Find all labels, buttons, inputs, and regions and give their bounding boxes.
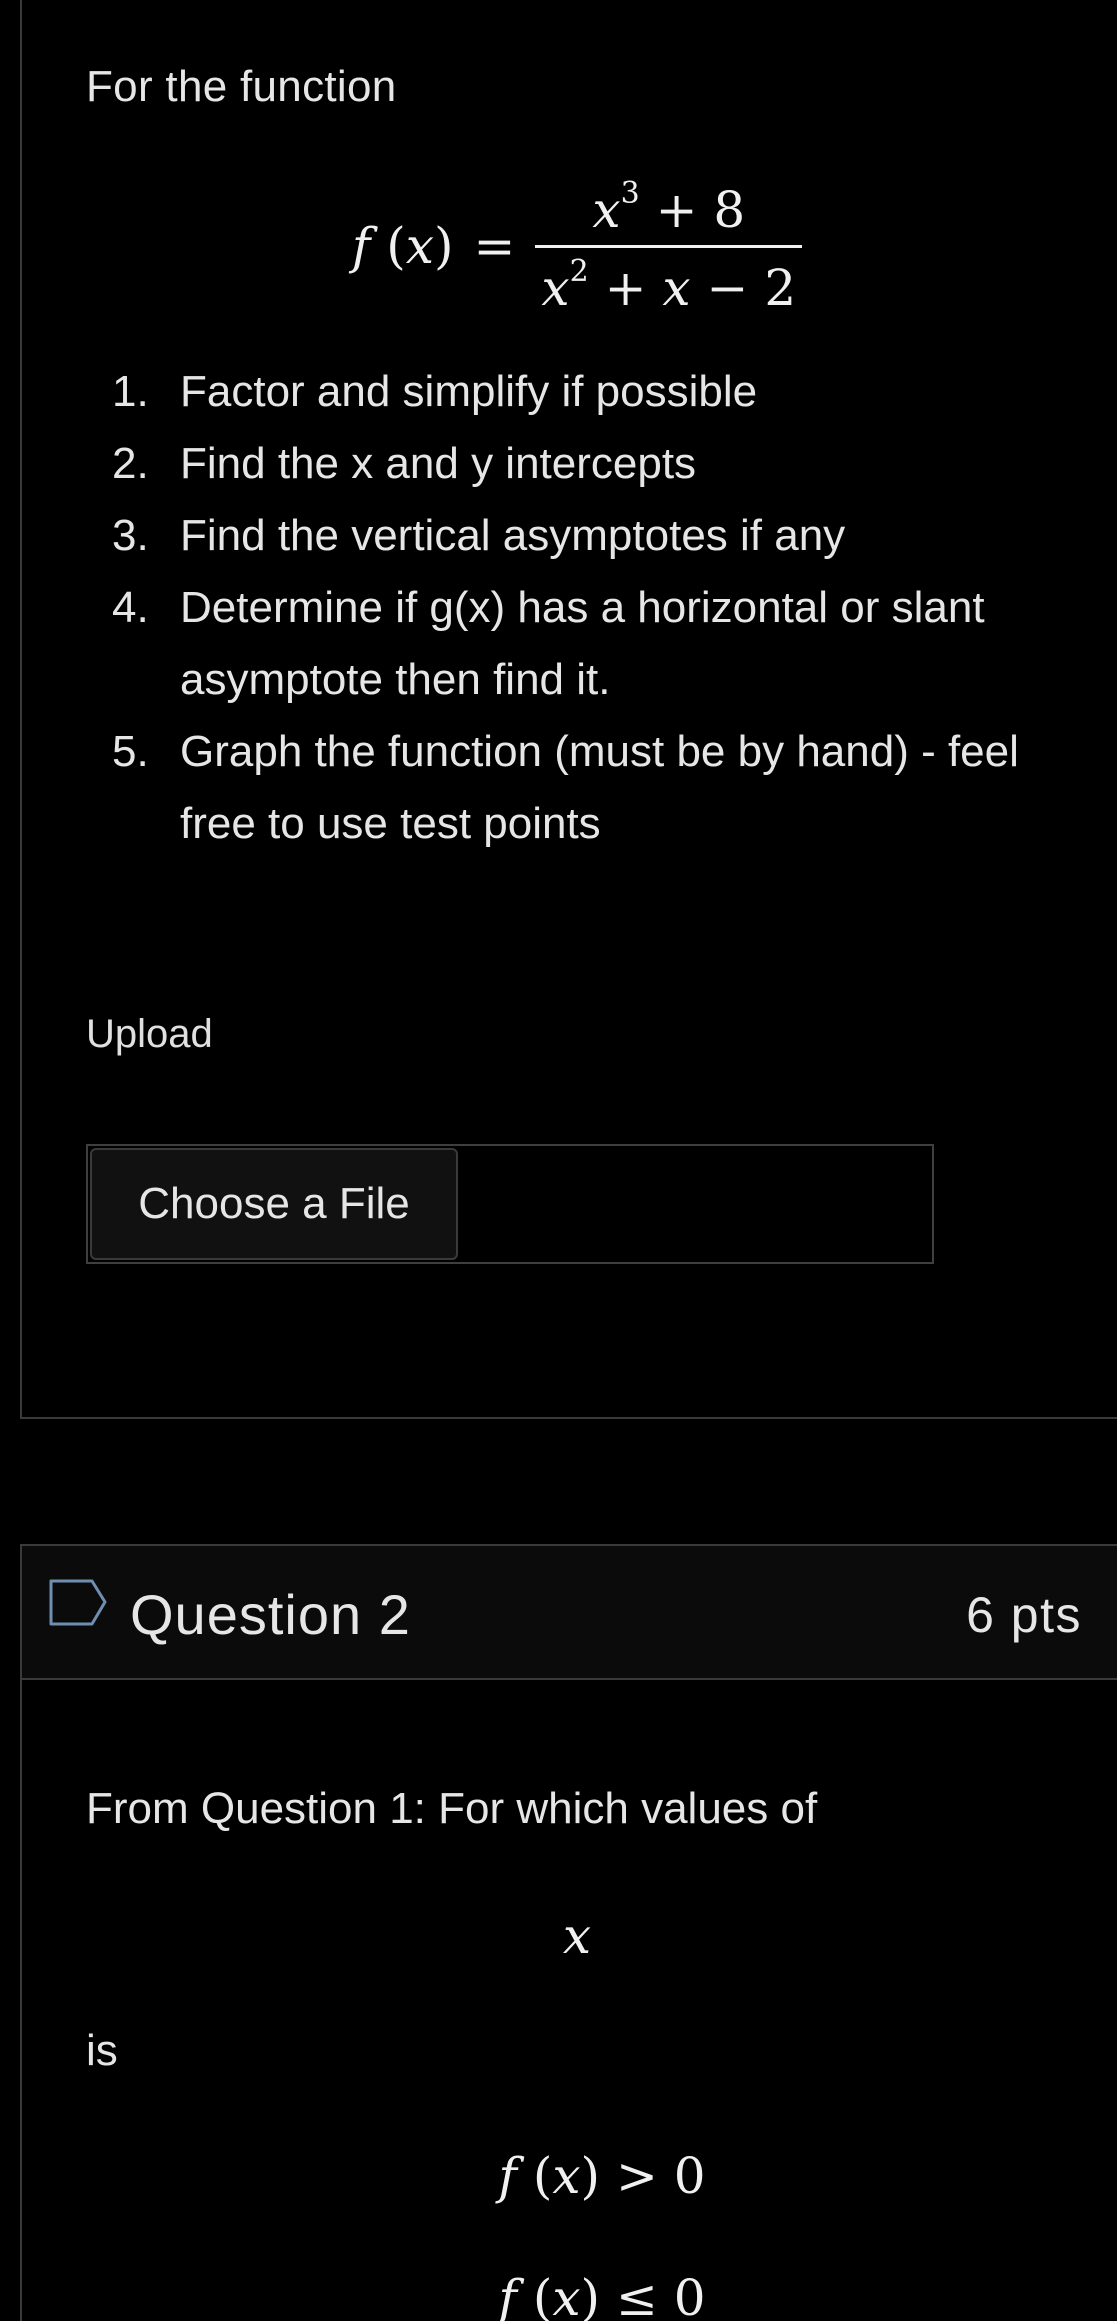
choose-file-button[interactable]: Choose a File [90,1148,458,1260]
list-marker: 4. [112,583,149,632]
denominator: x2 + x − 2 [535,248,802,317]
question-2-card: Question 2 6 pts From Question 1: For wh… [20,1544,1117,2321]
condition1-arg: x [552,2147,581,2205]
question-2-header: Question 2 6 pts [22,1546,1117,1680]
question-2-text: From Question 1: For which values of [86,1784,818,1833]
function-equation: f (x) = x3 + 8 x2 + x − 2 [22,171,1117,321]
numerator-exponent: 3 [620,175,640,211]
denominator-var: x [541,258,570,317]
list-item: 4. Determine if g(x) has a horizontal or… [86,572,1096,716]
numerator-var: x [592,180,621,239]
instructions-list: 1. Factor and simplify if possible 2. Fi… [86,356,1096,860]
condition2-op: ≤ 0 [615,2269,706,2321]
list-item-text: Determine if g(x) has a horizontal or sl… [180,583,985,704]
condition2-func: f [498,2269,517,2321]
lhs-arg: x [405,217,434,275]
equation-lhs: f (x) [351,217,454,275]
quiz-page: For the function f (x) = x3 + 8 x2 + x −… [0,0,1117,2321]
numerator-rest: + 8 [655,180,746,239]
list-marker: 2. [112,439,149,488]
question-1-intro: For the function [86,62,397,111]
question-1-card: For the function f (x) = x3 + 8 x2 + x −… [20,0,1117,1419]
file-upload-field[interactable]: Choose a File [86,1144,934,1264]
question-2-title: Question 2 [130,1583,411,1646]
numerator: x3 + 8 [582,176,755,245]
variable-x: x [562,1907,592,1965]
list-item-text: Graph the function (must be by hand) - f… [180,727,1019,848]
list-item-text: Find the vertical asymptotes if any [180,511,846,560]
condition-positive: f (x) > 0 [498,2147,706,2205]
list-item-text: Find the x and y intercepts [180,439,697,488]
equation-fraction: x3 + 8 x2 + x − 2 [535,176,803,317]
condition1-op: > 0 [615,2147,706,2205]
equals-sign: = [473,217,516,275]
is-text: is [86,2026,118,2075]
list-item: 3. Find the vertical asymptotes if any [86,500,1096,572]
list-item: 1. Factor and simplify if possible [86,356,1096,428]
condition2-arg: x [552,2269,581,2321]
list-item: 2. Find the x and y intercepts [86,428,1096,500]
upload-label: Upload [86,1012,213,1056]
denominator-x: x [662,258,691,317]
condition-nonpositive: f (x) ≤ 0 [22,2258,1117,2321]
denominator-plus: + [604,258,647,317]
list-marker: 1. [112,367,149,416]
lhs-func: f [351,217,371,275]
condition1-func: f [498,2147,517,2205]
list-marker: 5. [112,727,149,776]
list-marker: 3. [112,511,149,560]
denominator-exponent: 2 [569,253,589,289]
denominator-minus-two: − 2 [706,258,797,317]
question-2-points: 6 pts [966,1587,1082,1643]
list-item-text: Factor and simplify if possible [180,367,758,416]
flag-icon[interactable] [48,1578,108,1630]
list-item: 5. Graph the function (must be by hand) … [86,716,1096,860]
